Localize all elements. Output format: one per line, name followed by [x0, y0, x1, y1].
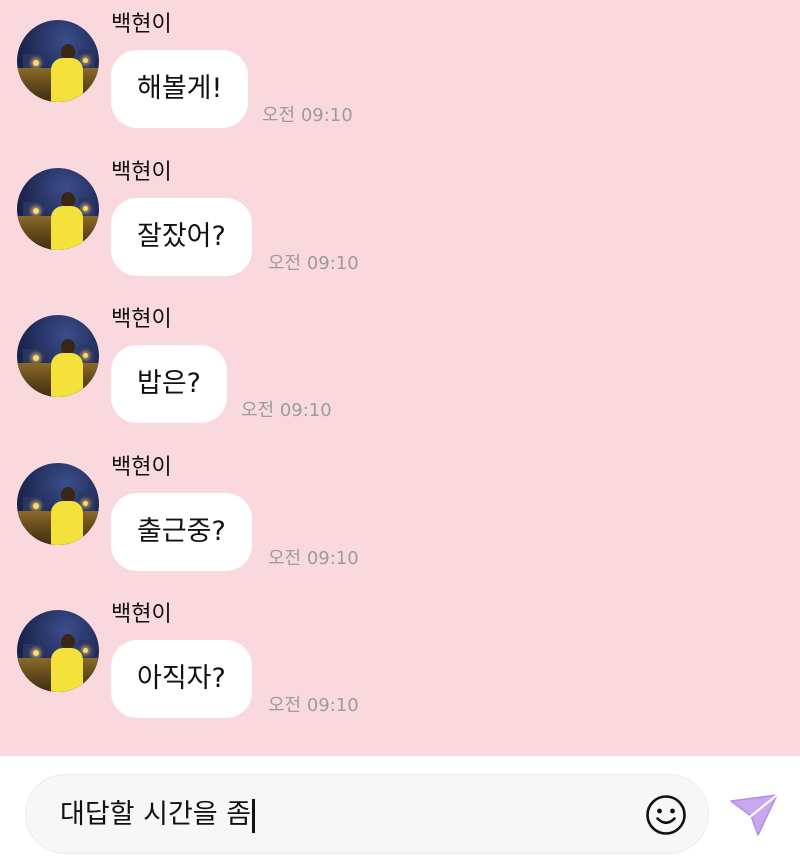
message-input[interactable]: 대답할 시간을 좀 [25, 774, 709, 854]
message-bubble[interactable]: 잘잤어? [111, 198, 252, 276]
message-bubble[interactable]: 밥은? [111, 345, 228, 423]
message-row: 백현이 잘잤어? 오전 09:10 [0, 148, 800, 288]
message-timestamp: 오전 09:10 [268, 253, 359, 274]
chat-messages-area[interactable]: 백현이 해볼게! 오전 09:10 백현이 잘잤어? 오전 09:10 백현이 [0, 0, 800, 756]
sender-avatar[interactable] [17, 315, 99, 397]
message-timestamp: 오전 09:10 [262, 105, 353, 126]
message-bubble[interactable]: 해볼게! [111, 50, 249, 128]
message-composer: 대답할 시간을 좀 [0, 756, 800, 866]
message-bubble[interactable]: 출근중? [111, 493, 252, 571]
sender-name: 백현이 [111, 602, 172, 627]
sender-avatar[interactable] [17, 610, 99, 692]
message-row: 백현이 밥은? 오전 09:10 [0, 295, 800, 435]
sender-name: 백현이 [111, 455, 172, 480]
message-timestamp: 오전 09:10 [241, 400, 332, 421]
message-row: 백현이 출근중? 오전 09:10 [0, 443, 800, 583]
message-row: 백현이 해볼게! 오전 09:10 [0, 0, 800, 140]
text-caret [252, 798, 256, 833]
sender-avatar[interactable] [17, 168, 99, 250]
message-input-text[interactable]: 대답할 시간을 좀 [60, 775, 256, 855]
paper-plane-icon [730, 793, 779, 836]
sender-avatar[interactable] [17, 463, 99, 545]
sender-name: 백현이 [111, 12, 172, 37]
sender-name: 백현이 [111, 160, 172, 185]
sender-name: 백현이 [111, 307, 172, 332]
smiley-face-icon [646, 795, 686, 835]
sender-avatar[interactable] [17, 20, 99, 102]
send-button[interactable] [728, 792, 780, 838]
message-bubble[interactable]: 아직자? [111, 640, 252, 718]
message-input-value: 대답할 시간을 좀 [60, 799, 252, 830]
message-timestamp: 오전 09:10 [268, 695, 359, 716]
message-row: 백현이 아직자? 오전 09:10 [0, 590, 800, 730]
emoji-button[interactable] [644, 793, 688, 837]
message-timestamp: 오전 09:10 [268, 548, 359, 569]
